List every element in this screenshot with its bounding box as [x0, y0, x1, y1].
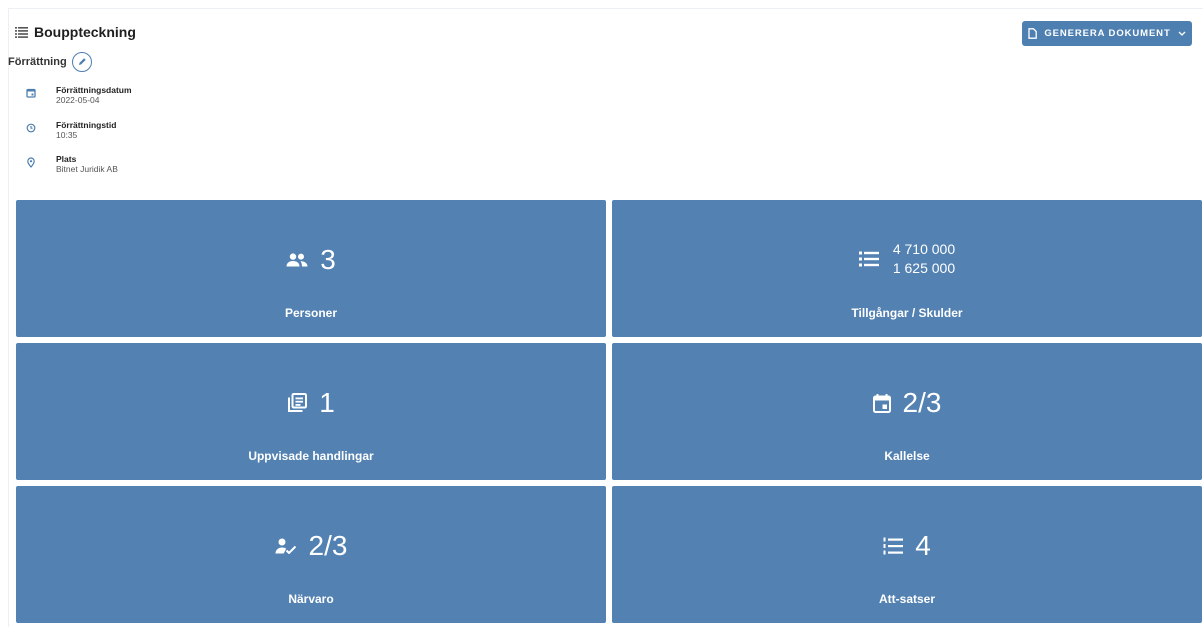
info-label: Förrättningsdatum [56, 85, 132, 95]
page-title: Bouppteckning [34, 24, 136, 40]
tile-label: Tillgångar / Skulder [851, 306, 963, 320]
info-label: Plats [56, 154, 77, 164]
tile-att-satser[interactable]: 4 Att-satser [612, 486, 1202, 623]
tile-value: 2/3 [308, 530, 348, 561]
document-icon [1028, 28, 1038, 39]
tile-value: 1 [319, 387, 335, 418]
section-label: Förrättning [8, 56, 67, 68]
page-header: Bouppteckning [14, 24, 136, 40]
tile-label: Att-satser [878, 592, 935, 606]
calendar-icon [24, 86, 38, 100]
tile-personer[interactable]: 3 Personer [16, 200, 606, 337]
chevron-down-icon [1178, 31, 1186, 36]
tile-label: Uppvisade handlingar [248, 449, 374, 463]
tile-label: Närvaro [288, 592, 334, 606]
debts-value: 1 625 000 [892, 260, 956, 276]
assets-value: 4 710 000 [892, 241, 956, 257]
tile-value: 4 [915, 530, 931, 561]
people-icon [286, 253, 308, 267]
info-value: Bitnet Juridik AB [56, 164, 118, 174]
info-label: Förrättningstid [56, 120, 117, 130]
tile-label: Personer [284, 306, 338, 320]
tile-label: Kallelse [884, 449, 930, 463]
person-check-icon [275, 538, 296, 554]
clock-icon [24, 121, 38, 135]
location-pin-icon [24, 155, 38, 169]
numbered-list-icon [883, 537, 904, 555]
list-icon [858, 251, 879, 267]
menu-lines-icon[interactable] [14, 25, 28, 39]
tile-value: 3 [320, 244, 336, 275]
tile-narvaro[interactable]: 2/3 Närvaro [16, 486, 606, 623]
generate-document-label: GENERERA DOKUMENT [1044, 28, 1171, 39]
tile-tillgangar-skulder[interactable]: 4 710 000 1 625 000 Tillgångar / Skulder [612, 200, 1202, 337]
tile-uppvisade-handlingar[interactable]: 1 Uppvisade handlingar [16, 343, 606, 480]
documents-icon [288, 393, 308, 412]
edit-button[interactable] [71, 52, 92, 72]
info-item-time: Förrättningstid 10:35 [24, 120, 116, 141]
tile-value: 2/3 [902, 387, 942, 418]
info-value: 2022-05-04 [56, 95, 100, 105]
info-item-place: Plats Bitnet Juridik AB [24, 154, 118, 175]
info-item-date: Förrättningsdatum 2022-05-04 [24, 85, 132, 106]
event-icon [872, 393, 891, 413]
pencil-icon [78, 58, 86, 65]
info-value: 10:35 [56, 130, 78, 140]
section-header: Förrättning [8, 52, 92, 72]
generate-document-button[interactable]: GENERERA DOKUMENT [1022, 21, 1192, 46]
tile-kallelse[interactable]: 2/3 Kallelse [612, 343, 1202, 480]
